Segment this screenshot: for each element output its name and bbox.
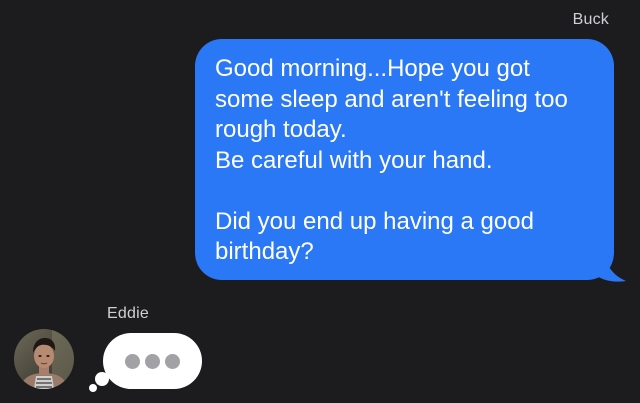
typing-dot-icon — [145, 354, 160, 369]
contact-photo-icon — [14, 329, 74, 389]
typing-dot-icon — [165, 354, 180, 369]
outgoing-bubble-tail — [592, 250, 626, 282]
incoming-sender-name: Eddie — [107, 305, 149, 322]
typing-indicator-tail — [95, 372, 109, 386]
contact-avatar[interactable] — [14, 329, 74, 389]
typing-indicator-tail-small — [89, 384, 97, 392]
typing-indicator-bubble — [103, 333, 202, 389]
messages-thread: Buck Good morning...Hope you got some sl… — [0, 0, 640, 403]
typing-dot-icon — [125, 354, 140, 369]
outgoing-sender-name: Buck — [572, 11, 609, 28]
outgoing-message-bubble[interactable]: Good morning...Hope you got some sleep a… — [195, 39, 614, 280]
